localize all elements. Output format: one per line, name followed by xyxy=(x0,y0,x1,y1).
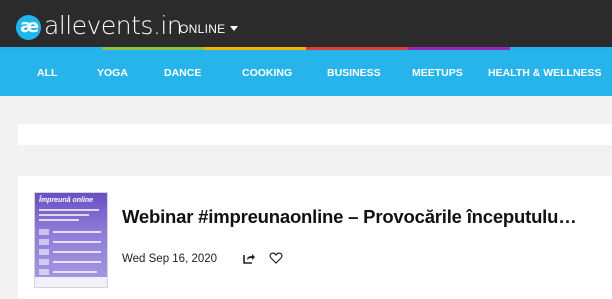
thumbnail-title: Împreună online xyxy=(39,197,94,204)
nav-item-cooking[interactable]: COOKING xyxy=(242,50,292,96)
thumbnail-text-line xyxy=(39,219,79,221)
thumbnail-text-line xyxy=(53,231,101,233)
share-icon[interactable] xyxy=(242,251,256,265)
nav-item-dance[interactable]: DANCE xyxy=(164,50,201,96)
event-card[interactable]: Împreună online Webinar #impreunaonline … xyxy=(18,176,612,299)
logo-mark: æ xyxy=(20,16,39,37)
thumbnail-text-line xyxy=(53,271,97,273)
event-thumbnail[interactable]: Împreună online xyxy=(34,192,108,288)
thumbnail-text-line xyxy=(39,214,89,216)
nav-item-business[interactable]: BUSINESS xyxy=(327,50,381,96)
thumbnail-speaker-photo xyxy=(39,259,49,265)
thumbnail-text-line xyxy=(53,241,101,243)
thumbnail-speaker-photo xyxy=(39,239,49,245)
thumbnail-footer-logos xyxy=(35,277,107,287)
caret-down-icon[interactable] xyxy=(230,26,238,31)
nav-item-all[interactable]: ALL xyxy=(37,50,57,96)
top-header-bar: æ allevents.in ONLINE xyxy=(0,0,612,47)
thumbnail-text-line xyxy=(39,209,99,211)
thumbnail-speaker-photo xyxy=(39,249,49,255)
heart-icon[interactable] xyxy=(269,251,283,265)
filter-bar xyxy=(18,124,612,145)
site-logo-text[interactable]: allevents.in xyxy=(44,10,183,42)
nav-item-health-wellness[interactable]: HEALTH & WELLNESS xyxy=(488,50,602,96)
location-scope-dropdown[interactable]: ONLINE xyxy=(179,21,225,37)
nav-item-yoga[interactable]: YOGA xyxy=(97,50,128,96)
thumbnail-speaker-photo xyxy=(39,229,49,235)
thumbnail-text-line xyxy=(53,261,101,263)
event-date: Wed Sep 16, 2020 xyxy=(122,253,218,265)
category-nav-bar: ALL YOGA DANCE COOKING BUSINESS MEETUPS … xyxy=(0,50,612,96)
nav-item-meetups[interactable]: MEETUPS xyxy=(412,50,463,96)
allevents-logo-icon[interactable]: æ xyxy=(16,15,41,40)
event-title[interactable]: Webinar #impreunaonline – Provocările în… xyxy=(122,204,577,230)
thumbnail-speaker-photo xyxy=(39,269,49,275)
thumbnail-text-line xyxy=(53,251,101,253)
